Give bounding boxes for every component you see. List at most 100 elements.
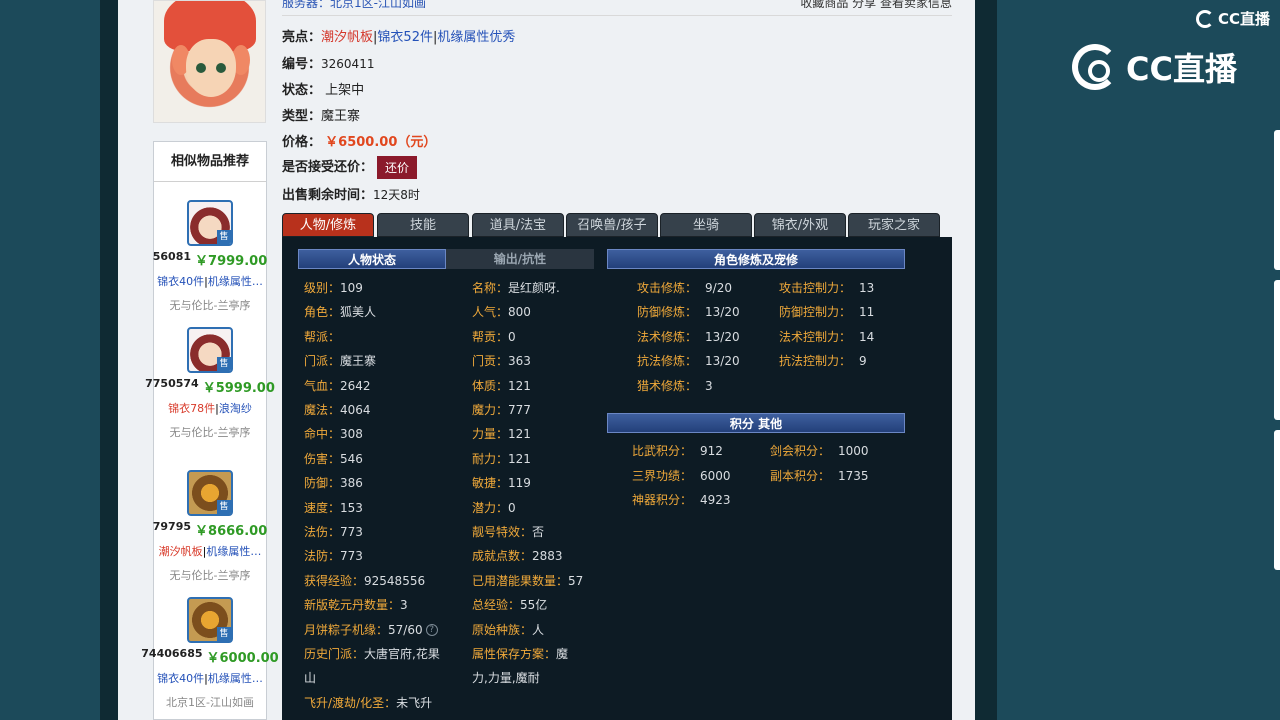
stat-value: 是红颜呀. (508, 281, 560, 295)
section-output-resist[interactable]: 输出/抗性 (446, 249, 594, 269)
similar-item-server: 无与伦比-兰亭序 (169, 426, 251, 439)
stat-left_col-row: 飞升/渡劫/化圣：未飞升 (304, 694, 432, 711)
similar-item[interactable]: 售 7750574 ￥5999.00 锦衣78件|浪淘纱 无与伦比-兰亭序 (145, 327, 275, 440)
stat-value: 119 (508, 476, 531, 491)
stat-label: 原始种族： (472, 622, 533, 637)
item-avatar-icon[interactable]: 售 (187, 597, 233, 643)
stat-left_col-row: 级别：109 (304, 279, 363, 296)
stat-value: 13 (859, 281, 875, 295)
stat-label: 魔法： (304, 403, 341, 417)
stat-cult_left-row: 防御修炼： 13/20 (637, 303, 740, 320)
stat-mid_col-row: 敏捷：119 (472, 474, 531, 491)
stat-label: 防御： (304, 476, 341, 491)
highlight-tag[interactable]: 锦衣52件 (377, 30, 433, 45)
item-avatar-icon[interactable]: 售 (187, 200, 233, 246)
stat-value: 9 (859, 354, 867, 369)
highlight-tag[interactable]: 潮汐帆板 (321, 30, 373, 45)
tab-home[interactable]: 玩家之家 (848, 213, 940, 237)
similar-item-tag[interactable]: 锦衣78件 (168, 402, 215, 415)
side-panel-tab[interactable] (1274, 280, 1280, 420)
highlight-tag[interactable]: 机缘属性优秀 (437, 30, 515, 45)
item-number: 3260411 (321, 57, 375, 71)
bargain-button[interactable]: 还价 (377, 156, 418, 179)
tab-character[interactable]: 人物/修炼 (282, 213, 374, 237)
tab-outfits[interactable]: 锦衣/外观 (754, 213, 846, 237)
stat-cult_right-row: 法术控制力： 14 (779, 328, 874, 345)
section-character-status[interactable]: 人物状态 (298, 249, 446, 269)
similar-item-tag[interactable]: 机缘属性… (206, 545, 261, 558)
similar-item-tag[interactable]: 浪淘纱 (219, 402, 252, 415)
cc-logo-icon (1196, 9, 1214, 28)
similar-item-price: ￥8666.00 (195, 524, 268, 539)
stat-cult_right-row: 抗法控制力： 9 (779, 352, 867, 369)
stat-points_left-row: 比武积分： 912 (632, 442, 723, 459)
stat-label: 角色： (304, 305, 341, 320)
stat-mid_col-row: 力,力量,魔耐 (472, 669, 540, 686)
stat-label: 剑会积分： (770, 444, 831, 458)
stat-left_col-row: 获得经验：92548556 (304, 572, 425, 589)
stat-left_col-row: 新版乾元丹数量：3 (304, 596, 408, 613)
price-row: 价格： ￥6500.00（元） (282, 135, 437, 150)
stat-value: 386 (340, 476, 363, 491)
stat-label: 法术修炼： (637, 329, 698, 344)
stat-value: 狐美人 (340, 305, 377, 320)
tab-mounts[interactable]: 坐骑 (660, 213, 752, 237)
tab-skills[interactable]: 技能 (377, 213, 469, 237)
similar-item-server: 北京1区-江山如画 (166, 696, 254, 709)
stat-points_right-row: 副本积分： 1735 (770, 467, 869, 484)
tab-items[interactable]: 道具/法宝 (472, 213, 564, 237)
stat-value: 546 (340, 451, 363, 466)
stat-label: 法防： (304, 549, 341, 564)
item-avatar-icon[interactable]: 售 (187, 327, 233, 373)
stat-value: 55亿 (520, 598, 548, 613)
stat-mid_col-row: 名称：是红颜呀. (472, 279, 560, 296)
sale-tag: 售 (217, 357, 231, 371)
stat-cult_left-row: 猎术修炼： 3 (637, 377, 713, 394)
stat-value: 92548556 (364, 573, 426, 588)
cc-logo-big-text: CC直播 (1126, 50, 1237, 88)
similar-item[interactable]: 售 56081 ￥7999.00 锦衣40件|机缘属性… 无与伦比-兰亭序 (153, 200, 267, 313)
stat-left_col-row: 角色：狐美人 (304, 303, 376, 320)
stat-left_col-row: 历史门派：大唐官府,花果 (304, 645, 440, 662)
stat-value: 13/20 (705, 305, 740, 320)
stat-label: 人气： (472, 305, 509, 320)
similar-item-tag[interactable]: 锦衣40件 (157, 275, 204, 288)
stat-label: 总经验： (472, 598, 521, 613)
stat-label: 力量： (472, 427, 509, 442)
stat-label: 魔力： (472, 403, 509, 417)
stat-label: 防御修炼： (637, 305, 698, 320)
remaining-time-row: 出售剩余时间：12天8时 (282, 188, 420, 203)
stat-label: 已用潜能果数量： (472, 573, 569, 588)
similar-item-tag[interactable]: 锦衣40件 (157, 672, 204, 685)
side-panel-tab[interactable] (1274, 430, 1280, 570)
similar-item-tag[interactable]: 机缘属性… (208, 275, 263, 288)
top-actions[interactable]: 收藏商品 分享 查看卖家信息 (800, 0, 952, 8)
character-avatar (153, 0, 266, 123)
stat-left_col-row: 月饼粽子机缘：57/60? (304, 621, 438, 638)
type-row: 类型：魔王寨 (282, 109, 361, 124)
tab-pets[interactable]: 召唤兽/孩子 (566, 213, 658, 237)
stat-value: 未飞升 (396, 695, 433, 710)
stat-value: 13/20 (705, 329, 740, 344)
stat-label: 成就点数： (472, 549, 533, 564)
stat-value: 912 (700, 444, 723, 458)
similar-item[interactable]: 售 74406685 ￥6000.00 锦衣40件|机缘属性… 北京1区-江山如画 (141, 597, 279, 710)
similar-item-tag[interactable]: 机缘属性… (208, 672, 263, 685)
side-panel-tab[interactable] (1274, 130, 1280, 270)
server-link[interactable]: 服务器：北京1区-江山如画 (282, 0, 426, 8)
stat-value: 0 (508, 500, 516, 515)
stat-cult_right-row: 攻击控制力： 13 (779, 279, 874, 296)
similar-item-id: 74406685 (141, 647, 203, 660)
stat-label: 潜力： (472, 500, 509, 515)
top-info-row: 服务器：北京1区-江山如画 收藏商品 分享 查看卖家信息 (282, 0, 952, 8)
divider (282, 15, 952, 16)
cc-logo-big-icon (1072, 44, 1118, 90)
stat-label: 命中： (304, 427, 341, 442)
help-icon[interactable]: ? (425, 624, 438, 637)
stat-label: 帮贡： (472, 329, 509, 344)
similar-item-tag[interactable]: 潮汐帆板 (159, 545, 203, 558)
item-avatar-icon[interactable]: 售 (187, 470, 233, 516)
similar-item-id: 79795 (152, 520, 192, 533)
similar-item[interactable]: 售 79795 ￥8666.00 潮汐帆板|机缘属性… 无与伦比-兰亭序 (152, 470, 268, 583)
stat-value: 否 (532, 525, 545, 539)
